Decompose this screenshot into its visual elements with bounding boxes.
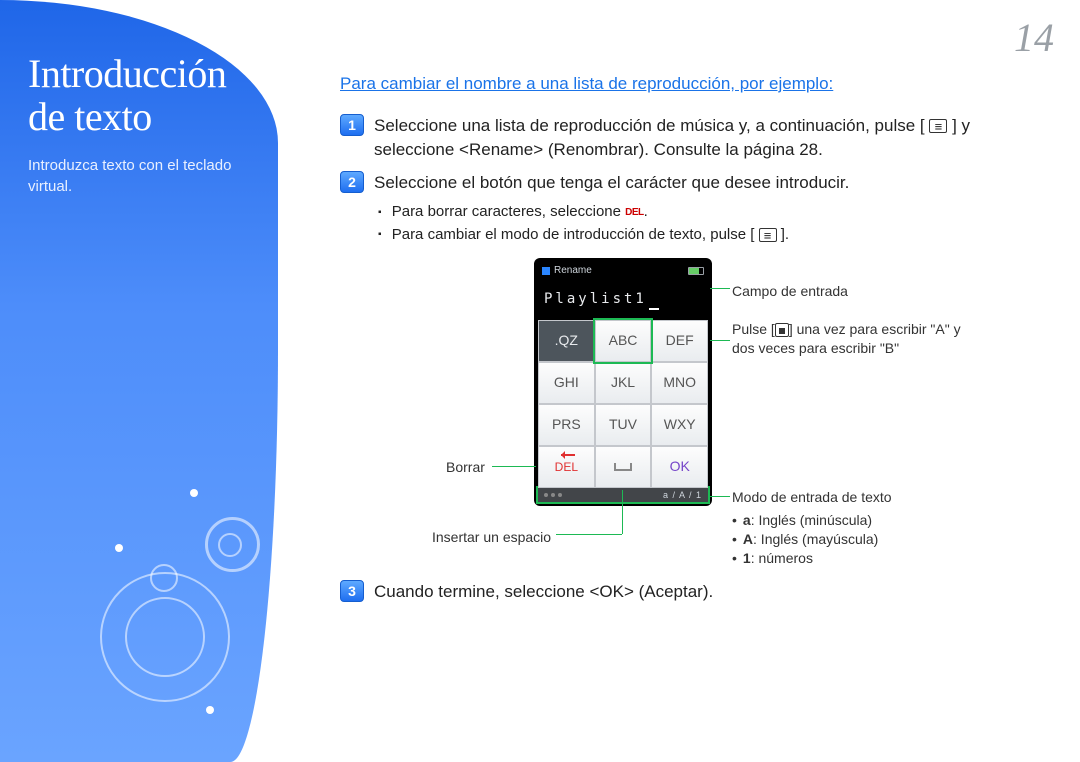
text-input-field[interactable]: Playlist1: [538, 280, 708, 320]
input-mode-bar[interactable]: a / A / 1: [538, 488, 708, 502]
mode-1-text: : números: [751, 550, 813, 566]
decor-dot: [190, 489, 198, 497]
glyph-a-icon: a: [743, 512, 751, 528]
page-title: Introducción de texto: [28, 52, 248, 138]
key-prs[interactable]: PRS: [538, 404, 595, 446]
step-2: 2 Seleccione el botón que tenga el carác…: [340, 171, 1040, 564]
callout-line: [710, 340, 730, 341]
step-2-sub2-b: ].: [781, 226, 789, 243]
callout-abc-key: Pulse [] una vez para escribir "A" y dos…: [732, 320, 982, 358]
key-wxy[interactable]: WXY: [651, 404, 708, 446]
titlebar-square-icon: [542, 267, 550, 275]
step-list: 1 Seleccione una lista de reproducción d…: [340, 114, 1040, 604]
callout-line: [556, 534, 622, 535]
callout-line: [622, 490, 623, 534]
callout-input-field: Campo de entrada: [732, 282, 848, 301]
sidebar: Introducción de texto Introduzca texto c…: [0, 0, 278, 762]
key-ghi[interactable]: GHI: [538, 362, 595, 404]
menu-icon: [759, 228, 777, 242]
callout-del-key: Borrar: [446, 458, 485, 477]
glyph-1-icon: 1: [743, 550, 751, 566]
callout-line: [710, 288, 730, 289]
battery-icon: [688, 267, 704, 275]
device-frame: Rename Playlist1 .QZ ABC DEF: [534, 258, 712, 506]
mode-a-text: : Inglés (minúscula): [751, 512, 872, 528]
decor-circle: [218, 533, 242, 557]
step-3-text: Cuando termine, seleccione <OK> (Aceptar…: [374, 582, 713, 601]
del-icon: DEL: [625, 207, 644, 218]
stop-icon: [775, 323, 789, 337]
callout-line: [492, 466, 536, 467]
content: Para cambiar el nombre a una lista de re…: [340, 72, 1040, 614]
input-value: Playlist1: [544, 291, 647, 307]
menu-icon: [929, 119, 947, 133]
page-number: 14: [1014, 14, 1054, 61]
key-def[interactable]: DEF: [651, 320, 708, 362]
callout-mode-title: Modo de entrada de texto: [732, 489, 892, 505]
step-3: 3 Cuando termine, seleccione <OK> (Acept…: [340, 580, 1040, 604]
callout-space-key: Insertar un espacio: [432, 528, 551, 547]
page-subtitle: Introduzca texto con el teclado virtual.: [28, 156, 248, 197]
space-icon: [614, 463, 632, 471]
step-1: 1 Seleccione una lista de reproducción d…: [340, 114, 1040, 162]
step-1-text-a: Seleccione una lista de reproducción de …: [374, 116, 925, 135]
mode-A-text: : Inglés (mayúscula): [753, 531, 878, 547]
key-tuv[interactable]: TUV: [595, 404, 652, 446]
key-del[interactable]: DEL: [538, 446, 595, 488]
key-space[interactable]: [595, 446, 652, 488]
step-2-text: Seleccione el botón que tenga el carácte…: [374, 173, 849, 192]
device-titlebar: Rename: [538, 262, 708, 280]
callout-line: [710, 496, 730, 497]
decor-dot: [115, 544, 123, 552]
key-jkl[interactable]: JKL: [595, 362, 652, 404]
dots-icon: [544, 493, 562, 497]
step-2-sub1: Para borrar caracteres, seleccione DEL.: [378, 201, 1040, 224]
step-2-sub1-a: Para borrar caracteres, seleccione: [392, 203, 625, 220]
key-qz[interactable]: .QZ: [538, 320, 595, 362]
callout-mode-bar: Modo de entrada de texto a: Inglés (minú…: [732, 488, 992, 568]
keyboard-diagram: Rename Playlist1 .QZ ABC DEF: [374, 258, 1040, 548]
mode-bar-text: a / A / 1: [663, 489, 702, 502]
keypad: .QZ ABC DEF GHI JKL MNO PRS: [538, 320, 708, 502]
decor-circle: [150, 564, 178, 592]
step-2-sub2: Para cambiar el modo de introducción de …: [378, 224, 1040, 247]
step-number-icon: 1: [340, 114, 364, 136]
step-number-icon: 2: [340, 171, 364, 193]
step-2-sublist: Para borrar caracteres, seleccione DEL. …: [378, 201, 1040, 246]
key-abc[interactable]: ABC: [595, 320, 652, 362]
key-mno[interactable]: MNO: [651, 362, 708, 404]
decor-dot: [206, 706, 214, 714]
section-heading: Para cambiar el nombre a una lista de re…: [340, 72, 1040, 96]
decor-circle: [125, 597, 205, 677]
titlebar-text: Rename: [554, 264, 592, 278]
step-2-sub2-a: Para cambiar el modo de introducción de …: [392, 226, 755, 243]
step-number-icon: 3: [340, 580, 364, 602]
cursor-icon: [649, 308, 659, 310]
glyph-A-icon: A: [743, 531, 753, 547]
key-ok[interactable]: OK: [651, 446, 708, 488]
step-2-sub1-b: .: [644, 203, 648, 220]
